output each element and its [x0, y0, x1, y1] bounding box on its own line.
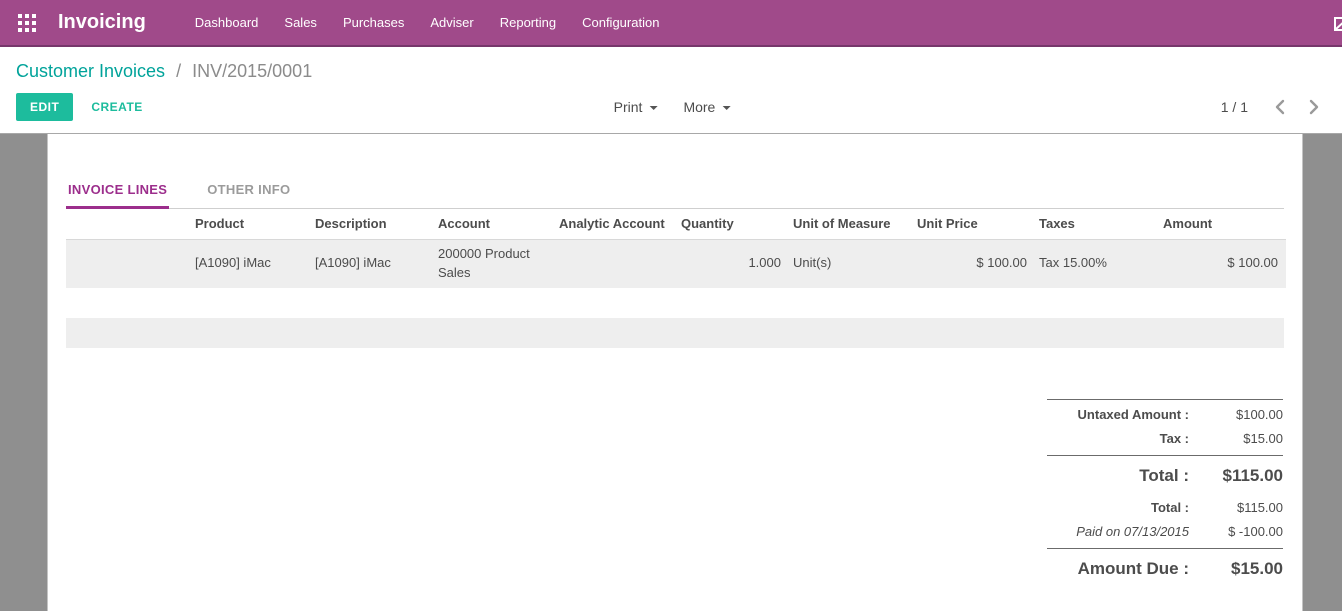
invoice-sheet: INVOICE LINES OTHER INFO Product Descrip…	[47, 134, 1303, 611]
print-dropdown[interactable]: Print	[614, 99, 658, 115]
caret-down-icon	[649, 106, 657, 110]
pager-value[interactable]: 1 / 1	[1221, 99, 1248, 115]
tab-invoice-lines[interactable]: INVOICE LINES	[66, 176, 169, 209]
payments-total-label: Total :	[1047, 500, 1201, 515]
nav-item-sales[interactable]: Sales	[271, 0, 330, 46]
top-navbar: Invoicing Dashboard Sales Purchases Advi…	[0, 0, 1342, 47]
pager-previous-button[interactable]	[1270, 99, 1290, 115]
column-header-account: Account	[434, 209, 555, 239]
nav-item-reporting[interactable]: Reporting	[487, 0, 569, 46]
totals-panel: Untaxed Amount : $100.00 Tax : $15.00 To…	[1047, 399, 1283, 579]
tax-row: Tax : $15.00	[1047, 431, 1283, 446]
paid-label: Paid on 07/13/2015	[1047, 524, 1201, 539]
cell-description: [A1090] iMac	[311, 239, 434, 288]
payments-total-row: Total : $115.00	[1047, 500, 1283, 515]
notebook-tabs: INVOICE LINES OTHER INFO	[66, 176, 1284, 209]
cell-account: 200000 Product Sales	[434, 239, 555, 288]
paid-row: Paid on 07/13/2015 $ -100.00	[1047, 524, 1283, 539]
untaxed-amount-label: Untaxed Amount :	[1047, 407, 1201, 422]
cell-unit-price: $ 100.00	[913, 239, 1035, 288]
edit-button[interactable]: EDIT	[16, 93, 73, 121]
tax-value: $15.00	[1201, 431, 1283, 446]
main-menu: Dashboard Sales Purchases Adviser Report…	[182, 0, 673, 45]
breadcrumb: Customer Invoices / INV/2015/0001	[16, 59, 1328, 83]
column-header-quantity: Quantity	[677, 209, 789, 239]
column-header-amount: Amount	[1159, 209, 1286, 239]
cell-unit-of-measure: Unit(s)	[789, 239, 913, 288]
cell-amount: $ 100.00	[1159, 239, 1286, 288]
tab-other-info[interactable]: OTHER INFO	[205, 176, 292, 209]
app-title[interactable]: Invoicing	[48, 11, 156, 34]
column-spacer	[66, 209, 191, 239]
column-header-taxes: Taxes	[1035, 209, 1159, 239]
column-header-unit-of-measure: Unit of Measure	[789, 209, 913, 239]
cell-analytic-account	[555, 239, 677, 288]
pager: 1 / 1	[1221, 99, 1328, 115]
nav-item-dashboard[interactable]: Dashboard	[182, 0, 272, 46]
invoice-line-row[interactable]: [A1090] iMac [A1090] iMac 200000 Product…	[66, 239, 1286, 288]
total-value: $115.00	[1201, 466, 1283, 486]
nav-item-adviser[interactable]: Adviser	[417, 0, 486, 46]
total-label: Total :	[1047, 466, 1201, 486]
totals-separator	[1047, 548, 1283, 549]
untaxed-amount-value: $100.00	[1201, 407, 1283, 422]
breadcrumb-parent-link[interactable]: Customer Invoices	[16, 61, 165, 81]
invoice-lines-table: Product Description Account Analytic Acc…	[66, 209, 1286, 288]
untaxed-amount-row: Untaxed Amount : $100.00	[1047, 407, 1283, 422]
chevron-right-icon	[1308, 99, 1320, 115]
action-dropdowns: Print More	[614, 99, 731, 115]
amount-due-label: Amount Due :	[1047, 559, 1201, 579]
record-buttons: EDIT CREATE	[16, 93, 143, 121]
tax-label: Tax :	[1047, 431, 1201, 446]
user-menu-cutoff-icon[interactable]	[1334, 17, 1342, 37]
cell-quantity: 1.000	[677, 239, 789, 288]
caret-down-icon	[722, 106, 730, 110]
table-header-row: Product Description Account Analytic Acc…	[66, 209, 1286, 239]
paid-value: $ -100.00	[1201, 524, 1283, 539]
nav-item-purchases[interactable]: Purchases	[330, 0, 417, 46]
invoicing-app-page: Invoicing Dashboard Sales Purchases Advi…	[0, 0, 1342, 611]
total-row: Total : $115.00	[1047, 466, 1283, 486]
empty-row-band	[66, 318, 1284, 348]
cell-spacer	[66, 239, 191, 288]
more-dropdown[interactable]: More	[683, 99, 730, 115]
control-panel: Customer Invoices / INV/2015/0001 EDIT C…	[0, 47, 1342, 134]
column-header-analytic-account: Analytic Account	[555, 209, 677, 239]
breadcrumb-separator: /	[176, 61, 181, 81]
breadcrumb-current: INV/2015/0001	[192, 61, 312, 81]
amount-due-row: Amount Due : $15.00	[1047, 559, 1283, 579]
form-view-content: INVOICE LINES OTHER INFO Product Descrip…	[0, 134, 1342, 611]
column-header-product: Product	[191, 209, 311, 239]
chevron-left-icon	[1274, 99, 1286, 115]
create-button[interactable]: CREATE	[91, 100, 142, 114]
grid-icon	[18, 14, 36, 32]
print-dropdown-label: Print	[614, 99, 643, 115]
column-header-description: Description	[311, 209, 434, 239]
totals-separator	[1047, 455, 1283, 456]
apps-grid-icon[interactable]	[14, 10, 40, 36]
more-dropdown-label: More	[683, 99, 715, 115]
control-panel-buttons: EDIT CREATE Print More 1 / 1	[16, 92, 1328, 122]
column-header-unit-price: Unit Price	[913, 209, 1035, 239]
cell-taxes: Tax 15.00%	[1035, 239, 1159, 288]
amount-due-value: $15.00	[1201, 559, 1283, 579]
nav-item-configuration[interactable]: Configuration	[569, 0, 672, 46]
pager-next-button[interactable]	[1304, 99, 1324, 115]
cell-product: [A1090] iMac	[191, 239, 311, 288]
payments-total-value: $115.00	[1201, 500, 1283, 515]
